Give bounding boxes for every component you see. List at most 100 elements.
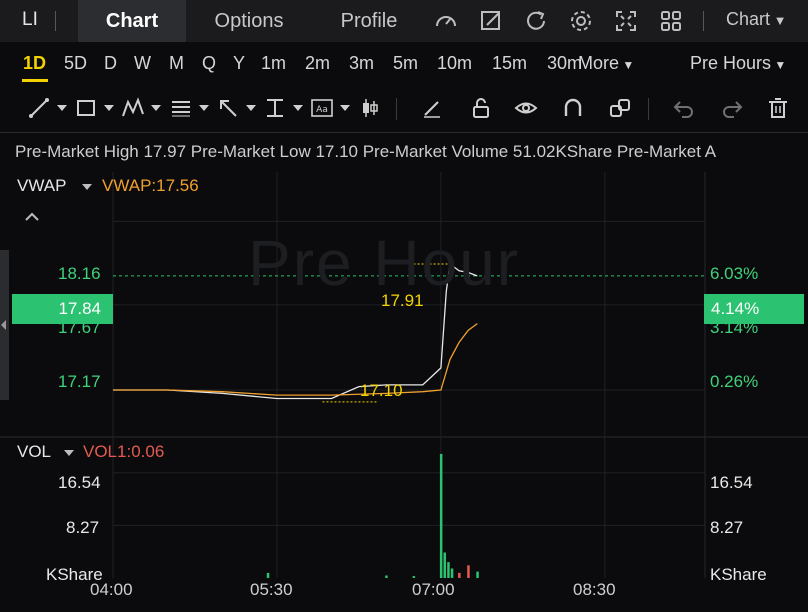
high-annotation: 17.91 bbox=[381, 291, 424, 310]
price-tick: 17.17 bbox=[58, 372, 101, 391]
text-icon[interactable]: Aa bbox=[310, 96, 334, 120]
period-3m[interactable]: 3m bbox=[349, 53, 374, 74]
volume-bar bbox=[385, 575, 388, 578]
period-5m[interactable]: 5m bbox=[393, 53, 418, 74]
edit-icon[interactable] bbox=[477, 7, 505, 35]
period-30m[interactable]: 30m bbox=[547, 53, 582, 74]
layout-grid-icon[interactable] bbox=[657, 7, 685, 35]
eye-icon[interactable] bbox=[514, 96, 538, 120]
x-tick: 07:00 bbox=[412, 580, 455, 599]
trash-icon[interactable] bbox=[766, 96, 790, 120]
volume-tick: 8.27 bbox=[66, 518, 100, 537]
stock-symbol: LI bbox=[22, 9, 38, 30]
settings-icon[interactable] bbox=[567, 7, 595, 35]
volume-tick: 16.54 bbox=[58, 473, 101, 492]
volume-unit-right: KShare bbox=[710, 565, 767, 584]
period-1m[interactable]: 1m bbox=[261, 53, 286, 74]
toolbar-divider bbox=[648, 98, 649, 120]
caret-down-icon: ▼ bbox=[619, 58, 635, 72]
drawing-toolbar: Aa bbox=[0, 86, 808, 133]
session-watermark: Pre Hour bbox=[248, 227, 521, 299]
tab-options[interactable]: Options bbox=[190, 0, 308, 42]
fibonacci-icon[interactable] bbox=[169, 96, 193, 120]
period-1d[interactable]: 1D bbox=[23, 53, 46, 74]
tab-profile[interactable]: Profile bbox=[318, 0, 420, 42]
active-period-indicator bbox=[22, 79, 48, 82]
caret-down-icon[interactable] bbox=[199, 105, 209, 111]
price-tick: 18.16 bbox=[58, 264, 101, 283]
magnet-icon[interactable] bbox=[561, 96, 585, 120]
candle-icon[interactable] bbox=[358, 96, 382, 120]
volume-tick-right: 16.54 bbox=[710, 473, 753, 492]
toolbar-divider bbox=[396, 98, 397, 120]
current-pct: 4.14% bbox=[711, 299, 760, 318]
period-15m[interactable]: 15m bbox=[492, 53, 527, 74]
current-price: 17.84 bbox=[58, 299, 101, 318]
caret-down-icon[interactable] bbox=[246, 105, 256, 111]
volume-bar bbox=[412, 576, 416, 578]
caret-down-icon[interactable] bbox=[104, 105, 114, 111]
collapse-arrow-icon bbox=[1, 320, 6, 330]
price-indicator-name[interactable]: VWAP bbox=[17, 176, 66, 196]
speedometer-icon[interactable] bbox=[432, 7, 460, 35]
period-day[interactable]: D bbox=[104, 53, 117, 74]
session-label: Pre Hours bbox=[690, 53, 772, 73]
volume-tick-right: 8.27 bbox=[710, 518, 744, 537]
volume-bar bbox=[458, 572, 461, 578]
volume-indicator-name[interactable]: VOL bbox=[17, 442, 51, 462]
volume-bar bbox=[450, 568, 454, 578]
pct-tick: 0.26% bbox=[710, 372, 759, 391]
vol1-value: VOL1:0.06 bbox=[83, 442, 165, 461]
x-tick: 08:30 bbox=[573, 580, 616, 599]
layers-icon[interactable] bbox=[608, 96, 632, 120]
refresh-icon[interactable] bbox=[522, 7, 550, 35]
svg-text:Aa: Aa bbox=[316, 105, 328, 115]
volume-bar bbox=[439, 453, 443, 578]
premarket-summary: Pre-Market High 17.97 Pre-Market Low 17.… bbox=[15, 142, 717, 161]
chart-type-menu[interactable]: Chart ▼ bbox=[726, 9, 787, 30]
nav-divider bbox=[703, 11, 704, 31]
chart-type-label: Chart bbox=[726, 9, 771, 29]
current-price-tag: 17.84 bbox=[12, 294, 113, 324]
chevron-up-icon[interactable] bbox=[24, 210, 40, 222]
period-more[interactable]: More ▼ bbox=[578, 53, 634, 74]
volume-bar bbox=[467, 565, 470, 578]
caret-down-icon: ▼ bbox=[771, 58, 787, 72]
caret-down-icon[interactable] bbox=[151, 105, 161, 111]
period-2m[interactable]: 2m bbox=[305, 53, 330, 74]
pen-icon[interactable] bbox=[420, 96, 444, 120]
period-quarter[interactable]: Q bbox=[202, 53, 216, 74]
period-month[interactable]: M bbox=[169, 53, 184, 74]
vwap-value: VWAP:17.56 bbox=[102, 176, 199, 195]
period-bar: 1D 5D D W M Q Y 1m 2m 3m 5m 10m 15m 30m … bbox=[0, 42, 808, 86]
fullscreen-icon[interactable] bbox=[612, 7, 640, 35]
low-annotation: 17.10 bbox=[360, 381, 403, 400]
nav-divider bbox=[55, 11, 56, 31]
pattern-icon[interactable] bbox=[121, 96, 145, 120]
period-5d[interactable]: 5D bbox=[64, 53, 87, 74]
more-label: More bbox=[578, 53, 620, 73]
volume-bar bbox=[476, 571, 479, 578]
caret-down-icon[interactable] bbox=[340, 105, 350, 111]
period-10m[interactable]: 10m bbox=[437, 53, 472, 74]
undo-icon[interactable] bbox=[672, 96, 696, 120]
arrow-icon[interactable] bbox=[216, 96, 240, 120]
unlock-icon[interactable] bbox=[469, 96, 493, 120]
redo-icon[interactable] bbox=[720, 96, 744, 120]
period-week[interactable]: W bbox=[134, 53, 151, 74]
caret-down-icon[interactable] bbox=[64, 450, 74, 456]
caret-down-icon[interactable] bbox=[82, 184, 92, 190]
volume-bar bbox=[266, 572, 270, 578]
session-selector[interactable]: Pre Hours ▼ bbox=[690, 53, 786, 74]
top-nav: LI Chart Options Profile Chart ▼ bbox=[0, 0, 808, 42]
measure-icon[interactable] bbox=[263, 96, 287, 120]
caret-down-icon[interactable] bbox=[293, 105, 303, 111]
caret-down-icon: ▼ bbox=[770, 13, 787, 28]
rectangle-icon[interactable] bbox=[74, 96, 98, 120]
trend-line-icon[interactable] bbox=[27, 96, 51, 120]
period-year[interactable]: Y bbox=[233, 53, 245, 74]
x-tick: 05:30 bbox=[250, 580, 293, 599]
x-tick: 04:00 bbox=[90, 580, 133, 599]
tab-chart[interactable]: Chart bbox=[78, 0, 186, 42]
caret-down-icon[interactable] bbox=[57, 105, 67, 111]
